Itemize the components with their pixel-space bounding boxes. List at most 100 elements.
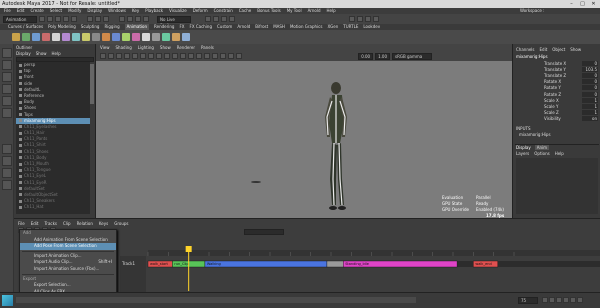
shelf-tool-icon[interactable]	[132, 33, 140, 41]
move-tool-icon[interactable]	[2, 84, 12, 94]
motion-blur-icon[interactable]	[188, 53, 194, 59]
channel-tab-show[interactable]: Show	[570, 47, 581, 52]
mode-selector[interactable]: Animation	[3, 15, 37, 23]
layer-tab-display[interactable]: Display	[516, 145, 531, 150]
shelf-tool-icon[interactable]	[12, 33, 20, 41]
tool-settings-icon[interactable]	[365, 16, 371, 22]
channel-value[interactable]: 103.5	[582, 66, 598, 72]
isolate-icon[interactable]	[196, 53, 202, 59]
outliner-menu-show[interactable]: Show	[36, 51, 47, 56]
range-slider[interactable]	[16, 297, 416, 303]
layer-menu-options[interactable]: Options	[534, 151, 549, 156]
outliner-scrollbar[interactable]	[90, 62, 94, 214]
shelf-tool-icon[interactable]	[62, 33, 70, 41]
persp-graph-layout-icon[interactable]	[2, 180, 12, 190]
outliner-scroll-thumb[interactable]	[90, 64, 94, 104]
channel-value[interactable]: 1	[582, 97, 598, 103]
viewport-menu-renderer[interactable]: Renderer	[177, 44, 195, 51]
smooth-shade-icon[interactable]	[148, 53, 154, 59]
menu-item-add-animation-from-scene-selection[interactable]: Add Animation From Scene Selection	[20, 237, 116, 244]
time-ruler[interactable]	[148, 250, 600, 256]
save-scene-icon[interactable]	[55, 16, 61, 22]
modeling-toolkit-icon[interactable]	[349, 16, 355, 22]
lights-icon[interactable]	[164, 53, 170, 59]
shelf-tool-icon[interactable]	[112, 33, 120, 41]
grid-icon[interactable]	[132, 53, 138, 59]
select-hierarchy-icon[interactable]	[87, 16, 93, 22]
snap-grid-icon[interactable]	[119, 16, 125, 22]
undo-icon[interactable]	[63, 16, 69, 22]
resolution-gate-icon[interactable]	[228, 53, 234, 59]
render-frame-icon[interactable]	[205, 16, 211, 22]
shelf-tool-icon[interactable]	[122, 33, 130, 41]
menu-item-export-selection[interactable]: Export Selection...	[20, 282, 116, 289]
shelf-tool-icon[interactable]	[52, 33, 60, 41]
clip[interactable]	[204, 260, 328, 268]
layer-tab-anim[interactable]: Anim	[534, 145, 550, 150]
channel-value[interactable]: 0	[582, 79, 598, 85]
render-settings-icon[interactable]	[221, 16, 227, 22]
open-scene-icon[interactable]	[47, 16, 53, 22]
film-gate-icon[interactable]	[236, 53, 242, 59]
go-start-icon[interactable]	[542, 297, 548, 303]
shelf-tool-icon[interactable]	[162, 33, 170, 41]
shelf-tool-icon[interactable]	[172, 33, 180, 41]
ipr-render-icon[interactable]	[213, 16, 219, 22]
perspective-viewport[interactable]: Evaluation GPU State GPU Override Parall…	[96, 61, 512, 218]
xray-icon[interactable]	[204, 53, 210, 59]
close-button[interactable]: ✕	[588, 0, 599, 8]
viewport-menu-panels[interactable]: Panels	[201, 44, 214, 51]
viewport-menu-shading[interactable]: Shading	[116, 44, 132, 51]
viewport-menu-show[interactable]: Show	[160, 44, 171, 51]
textured-icon[interactable]	[156, 53, 162, 59]
shelf-tool-icon[interactable]	[32, 33, 40, 41]
channel-tab-channels[interactable]: Channels	[516, 47, 535, 52]
shadows-icon[interactable]	[172, 53, 178, 59]
ambient-occlusion-icon[interactable]	[180, 53, 186, 59]
camera-icon[interactable]	[100, 53, 106, 59]
play-forward-icon[interactable]	[563, 297, 569, 303]
new-scene-icon[interactable]	[39, 16, 45, 22]
maximize-button[interactable]: □	[577, 0, 588, 8]
go-end-icon[interactable]	[577, 297, 583, 303]
snap-curve-icon[interactable]	[127, 16, 133, 22]
channel-value[interactable]: 1	[582, 110, 598, 116]
clip[interactable]	[326, 260, 344, 268]
outliner-item[interactable]: Ch11_Hat	[16, 204, 94, 210]
layer-menu-help[interactable]: Help	[555, 151, 564, 156]
channel-tab-object[interactable]: Object	[552, 47, 565, 52]
end-frame-field[interactable]: 75	[518, 297, 538, 304]
track-label[interactable]: Track1	[121, 261, 135, 266]
channel-value[interactable]: on	[582, 116, 598, 122]
select-object-icon[interactable]	[95, 16, 101, 22]
menu-item-add-pose-from-scene-selection[interactable]: Add Pose From Scene Selection	[20, 243, 116, 250]
menu-item-import-animation-source-fbx[interactable]: Import Animation Source (Fbx)...	[20, 266, 116, 273]
four-view-layout-icon[interactable]	[2, 156, 12, 166]
shelf-tool-icon[interactable]	[92, 33, 100, 41]
channel-value[interactable]: 0	[582, 60, 598, 66]
step-forward-icon[interactable]	[570, 297, 576, 303]
backface-icon[interactable]	[220, 53, 226, 59]
paint-select-tool-icon[interactable]	[2, 72, 12, 82]
hypershade-icon[interactable]	[229, 16, 235, 22]
wireframe-icon[interactable]	[140, 53, 146, 59]
shelf-tool-icon[interactable]	[22, 33, 30, 41]
channel-value[interactable]: 0	[582, 85, 598, 91]
gamma-field[interactable]: 1.00	[375, 52, 390, 60]
rotate-tool-icon[interactable]	[2, 96, 12, 106]
playhead-handle[interactable]	[185, 246, 192, 252]
scale-tool-icon[interactable]	[2, 108, 12, 118]
single-perspective-layout-icon[interactable]	[2, 144, 12, 154]
shelf-tool-icon[interactable]	[82, 33, 90, 41]
minimize-button[interactable]: –	[566, 0, 577, 8]
exposure-field[interactable]: 0.00	[358, 52, 374, 60]
shelf-tool-icon[interactable]	[142, 33, 150, 41]
channel-value[interactable]: 0	[582, 72, 598, 78]
shelf-tool-icon[interactable]	[102, 33, 110, 41]
channel-value[interactable]: 0	[582, 91, 598, 97]
outliner-menu-display[interactable]: Display	[16, 51, 31, 56]
attribute-editor-icon[interactable]	[357, 16, 363, 22]
shelf-tool-icon[interactable]	[42, 33, 50, 41]
lasso-tool-icon[interactable]	[2, 60, 12, 70]
live-surface-field[interactable]: No Live Surface	[157, 15, 191, 28]
